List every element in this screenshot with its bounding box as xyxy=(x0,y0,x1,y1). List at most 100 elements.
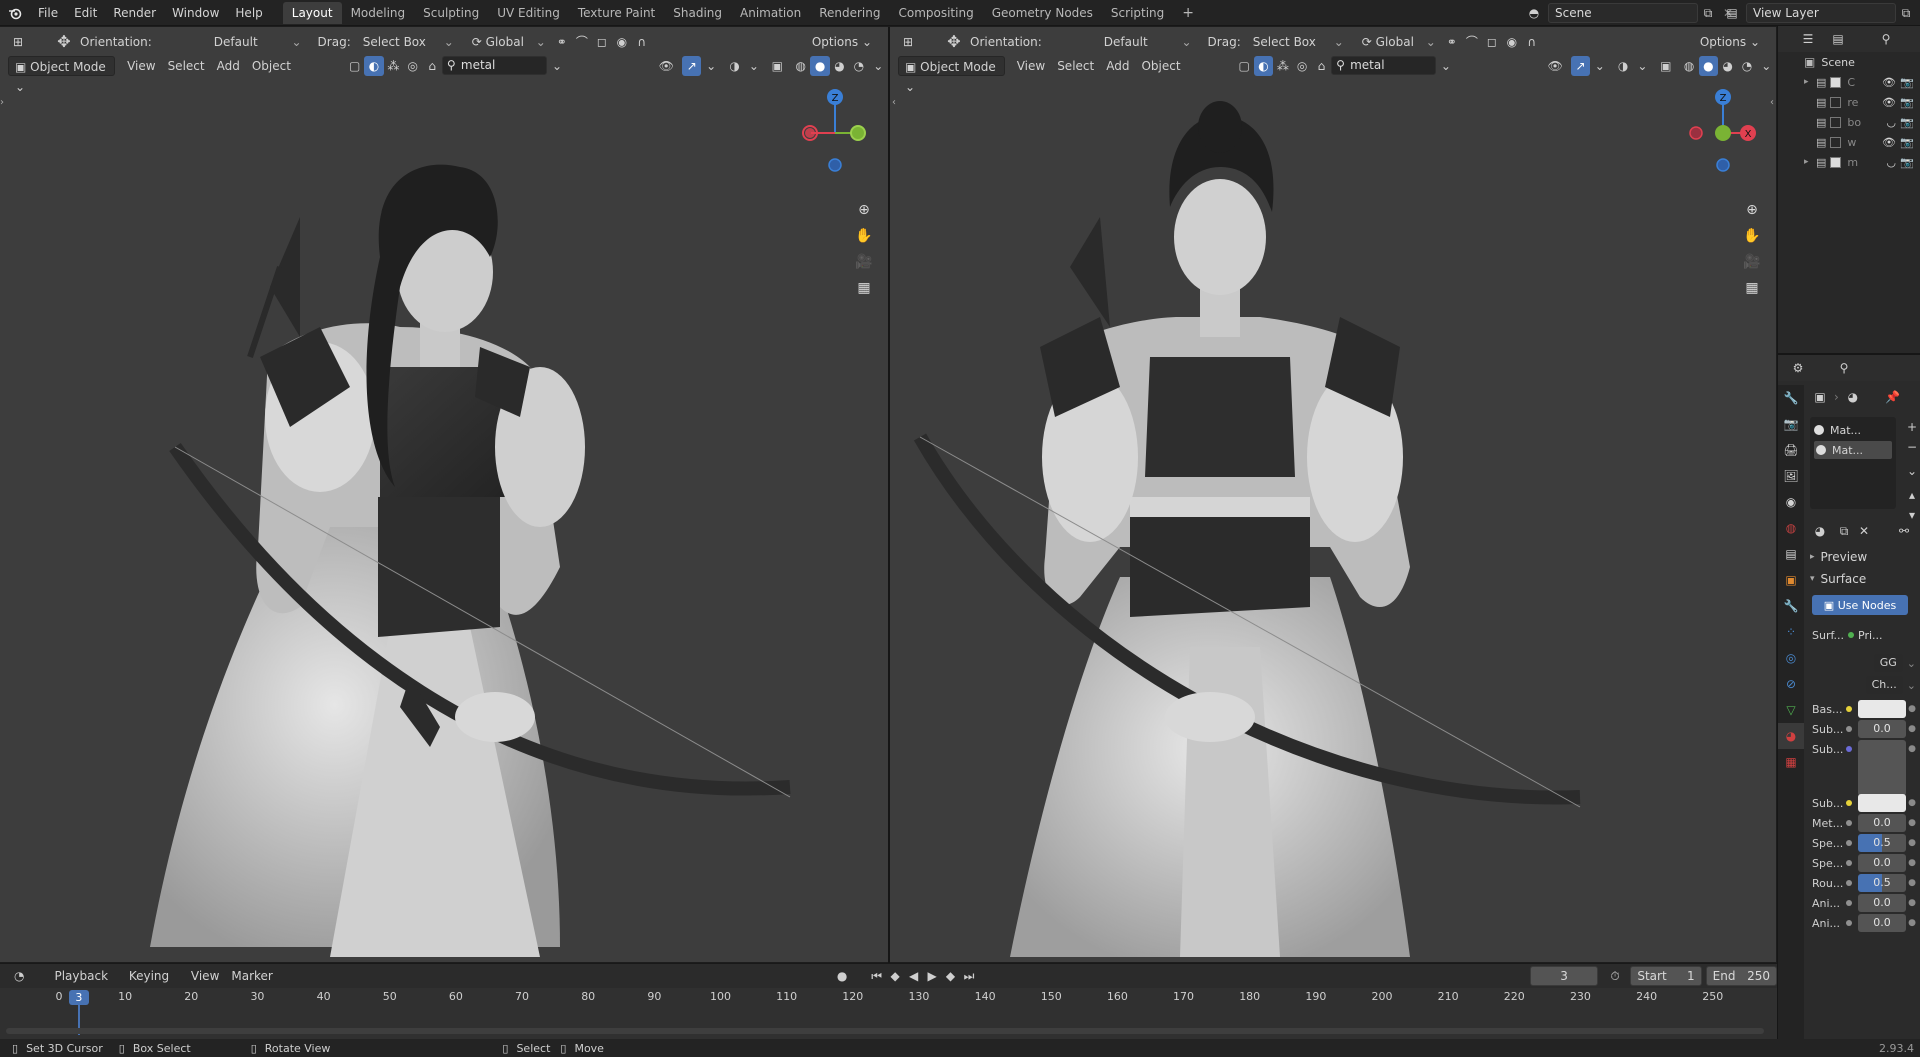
distribution-dropdown[interactable]: GG ⌄ xyxy=(1812,653,1916,673)
exclude-checkbox[interactable] xyxy=(1830,76,1842,88)
outliner-row[interactable]: ▸ ▤ C 👁 📷 xyxy=(1778,72,1920,92)
navigation-gizmo[interactable]: Z xyxy=(798,85,868,195)
timeline-scrollbar[interactable] xyxy=(6,1028,1764,1034)
exclude-checkbox[interactable] xyxy=(1830,116,1842,128)
new-view-layer-icon[interactable]: ⧉ xyxy=(1896,3,1916,23)
pan-hand-icon[interactable]: ✋ xyxy=(1739,223,1765,249)
end-frame-field[interactable]: End 250 xyxy=(1705,966,1777,986)
use-nodes-button[interactable]: ▣ Use Nodes xyxy=(1812,595,1908,615)
keyframe-dot-icon[interactable]: ● xyxy=(1906,898,1916,908)
shader-property-row[interactable]: Bas... ● xyxy=(1812,699,1916,719)
new-scene-icon[interactable]: ⧉ xyxy=(1698,3,1718,23)
eye-icon[interactable]: 👁 xyxy=(1882,136,1896,149)
object-icon[interactable]: ▣ xyxy=(1810,387,1830,407)
keyframe-dot-icon[interactable]: ● xyxy=(1906,918,1916,928)
shader-property-row[interactable]: Sub... 0.0 ● xyxy=(1812,719,1916,739)
add-slot-icon[interactable]: + xyxy=(1902,417,1920,437)
search-icon[interactable]: ⚲ xyxy=(1834,358,1854,378)
render-tab-icon[interactable]: 📷 xyxy=(1778,411,1804,437)
tab-texture-paint[interactable]: Texture Paint xyxy=(569,2,664,24)
menu-help[interactable]: Help xyxy=(227,0,270,26)
value-slider[interactable]: 0.0 xyxy=(1858,894,1906,912)
material-browse-icon[interactable]: ◕ xyxy=(1810,521,1830,541)
play-reverse-icon[interactable]: ◀ xyxy=(904,966,922,986)
material-slots-list[interactable]: Mat... Mat... xyxy=(1810,417,1896,509)
output-tab-icon[interactable]: 🖨 xyxy=(1778,437,1804,463)
tool-tab-icon[interactable]: 🔧 xyxy=(1778,385,1804,411)
value-slider[interactable]: 0.0 xyxy=(1858,914,1906,932)
physics-tab-icon[interactable]: ◎ xyxy=(1778,645,1804,671)
sidebar-toggle-icon[interactable]: ‹ xyxy=(1770,97,1774,108)
keyframe-dot-icon[interactable]: ● xyxy=(1906,838,1916,848)
properties-editor[interactable]: ⚙ ⚲ 🔧 📷 🖨 🖼 ◉ ◍ ▤ ▣ 🔧 ⁘ ◎ ⊘ ▽ ◕ ▦ ▣ › ◕ … xyxy=(1777,353,1920,1039)
display-mode-icon[interactable]: ▤ xyxy=(1828,29,1848,49)
texture-tab-icon[interactable]: ▦ xyxy=(1778,749,1804,775)
eye-icon[interactable]: ◡ xyxy=(1886,116,1896,129)
character-model-render[interactable] xyxy=(890,27,1776,962)
move-up-icon[interactable]: ▴ xyxy=(1902,485,1920,505)
modifier-tab-icon[interactable]: 🔧 xyxy=(1778,593,1804,619)
outliner-editor-icon[interactable]: ☰ xyxy=(1798,29,1818,49)
search-icon[interactable]: ⚲ xyxy=(1876,29,1896,49)
camera-icon[interactable]: 🎥 xyxy=(1739,249,1765,275)
playhead-marker[interactable]: 3 xyxy=(68,990,89,1005)
outliner-row[interactable]: ▸ ▤ m ◡ 📷 xyxy=(1778,152,1920,172)
exclude-checkbox[interactable] xyxy=(1830,136,1842,148)
tab-compositing[interactable]: Compositing xyxy=(889,2,982,24)
keying-menu[interactable]: Keying ⌄ xyxy=(123,966,185,1003)
shader-property-row[interactable]: Spe... 0.5 ● xyxy=(1812,833,1916,853)
record-icon[interactable]: ● xyxy=(833,966,851,986)
tab-modeling[interactable]: Modeling xyxy=(342,2,415,24)
shader-property-row[interactable]: Sub... ● xyxy=(1812,739,1916,796)
expand-arrow-icon[interactable]: ▸ xyxy=(1804,77,1816,87)
playback-menu[interactable]: Playback ⌄ xyxy=(48,966,122,1003)
scene-field[interactable]: Scene xyxy=(1548,3,1698,23)
add-workspace-button[interactable]: + xyxy=(1173,2,1203,24)
data-tab-icon[interactable]: ▽ xyxy=(1778,697,1804,723)
keyframe-dot-icon[interactable]: ● xyxy=(1906,818,1916,828)
particles-tab-icon[interactable]: ⁘ xyxy=(1778,619,1804,645)
material-icon[interactable]: ◕ xyxy=(1843,387,1863,407)
keyframe-dot-icon[interactable]: ● xyxy=(1906,878,1916,888)
unlink-icon[interactable]: ✕ xyxy=(1854,521,1874,541)
view-layer-selector[interactable]: ▤ View Layer ⧉ ✕ xyxy=(1722,3,1920,23)
tab-animation[interactable]: Animation xyxy=(731,2,810,24)
perspective-grid-icon[interactable]: ▦ xyxy=(1739,275,1765,301)
shader-property-row[interactable]: Rou... 0.5 ● xyxy=(1812,873,1916,893)
marker-menu[interactable]: Marker xyxy=(225,966,278,986)
outliner-row-scene[interactable]: ▣ Scene xyxy=(1778,52,1920,72)
value-slider[interactable]: 0.0 xyxy=(1858,854,1906,872)
keyframe-dot-icon[interactable]: ● xyxy=(1906,744,1916,754)
camera-render-icon[interactable]: 📷 xyxy=(1900,136,1914,149)
scene-selector[interactable]: ◓ Scene ⧉ ✕ xyxy=(1524,3,1738,23)
tab-uv-editing[interactable]: UV Editing xyxy=(488,2,569,24)
next-keyframe-icon[interactable]: ◆ xyxy=(941,966,959,986)
outliner-row[interactable]: ▤ re 👁 📷 xyxy=(1778,92,1920,112)
character-model-render[interactable] xyxy=(0,27,888,962)
camera-render-icon[interactable]: 📷 xyxy=(1900,76,1914,89)
camera-render-icon[interactable]: 📷 xyxy=(1900,116,1914,129)
surface-panel-header[interactable]: ▾ Surface xyxy=(1810,569,1866,589)
shader-property-row[interactable]: Met... 0.0 ● xyxy=(1812,813,1916,833)
color-swatch[interactable] xyxy=(1858,700,1906,718)
tab-layout[interactable]: Layout xyxy=(282,1,342,24)
shader-property-row[interactable]: Ani... 0.0 ● xyxy=(1812,893,1916,913)
keyframe-dot-icon[interactable]: ● xyxy=(1906,858,1916,868)
timeline[interactable]: ◔ Playback ⌄ Keying ⌄ View Marker ● ⏮ ◆ … xyxy=(0,963,1777,1040)
tab-scripting[interactable]: Scripting xyxy=(1102,2,1173,24)
blender-logo-icon[interactable] xyxy=(0,6,30,20)
camera-render-icon[interactable]: 📷 xyxy=(1900,96,1914,109)
pan-hand-icon[interactable]: ✋ xyxy=(851,223,877,249)
value-slider[interactable]: 0.5 xyxy=(1858,834,1906,852)
menu-file[interactable]: File xyxy=(30,0,66,26)
shader-property-row[interactable]: Sub... ● xyxy=(1812,793,1916,813)
keyframe-dot-icon[interactable]: ● xyxy=(1906,704,1916,714)
keyframe-dot-icon[interactable]: ● xyxy=(1906,798,1916,808)
exclude-checkbox[interactable] xyxy=(1830,96,1842,108)
delete-view-layer-icon[interactable]: ✕ xyxy=(1916,3,1920,23)
outliner-row[interactable]: ▤ bo ◡ 📷 xyxy=(1778,112,1920,132)
chevron-down-icon[interactable]: ⌄ xyxy=(1902,461,1920,481)
duplicate-icon[interactable]: ⧉ xyxy=(1834,521,1854,541)
viewport-left[interactable]: ⊞ ✥ Orientation: Default ⌄ Drag: Select … xyxy=(0,27,888,962)
prev-keyframe-icon[interactable]: ◆ xyxy=(886,966,904,986)
